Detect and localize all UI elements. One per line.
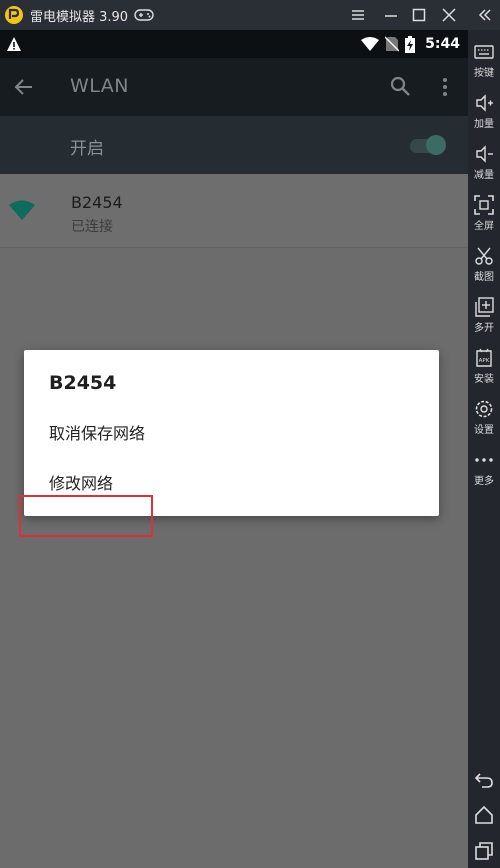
search-icon[interactable] xyxy=(390,76,411,97)
install-apk-label: 安装 xyxy=(474,374,494,385)
volume-down-icon xyxy=(476,145,493,163)
wlan-toggle[interactable] xyxy=(410,135,446,155)
maximize-icon[interactable] xyxy=(406,0,432,30)
screenshot-button[interactable]: 截图 xyxy=(468,242,500,288)
battery-charging-icon xyxy=(405,35,416,53)
install-apk-button[interactable]: APK 安装 xyxy=(468,344,500,390)
network-ssid: B2454 xyxy=(71,193,123,212)
overflow-menu-icon[interactable] xyxy=(437,76,453,98)
minimize-icon[interactable] xyxy=(378,0,404,30)
forget-network-option[interactable]: 取消保存网络 xyxy=(49,420,145,444)
network-dialog: B2454 取消保存网络 修改网络 xyxy=(24,350,439,516)
volume-down-label: 减量 xyxy=(474,170,494,181)
volume-up-icon xyxy=(476,94,493,112)
more-dots-icon xyxy=(475,458,493,462)
page-title: WLAN xyxy=(70,75,130,97)
svg-text:APK: APK xyxy=(479,358,490,364)
scissors-icon xyxy=(475,247,493,265)
warning-icon xyxy=(7,37,21,51)
apk-install-icon: APK xyxy=(476,348,492,367)
emulator-title: 雷电模拟器 3.90 xyxy=(30,9,129,25)
more-label: 更多 xyxy=(474,476,494,487)
volume-down-button[interactable]: 减量 xyxy=(468,140,500,186)
network-status: 已连接 xyxy=(71,219,113,235)
keymap-button[interactable]: 按键 xyxy=(468,38,500,84)
multi-instance-icon xyxy=(475,297,494,317)
recent-apps-icon[interactable] xyxy=(474,841,494,861)
emulator-titlebar: 雷电模拟器 3.90 xyxy=(0,0,500,30)
multi-instance-label: 多开 xyxy=(474,323,494,334)
settings-button[interactable]: 设置 xyxy=(468,395,500,441)
more-button[interactable]: 更多 xyxy=(468,446,500,492)
volume-up-button[interactable]: 加量 xyxy=(468,89,500,135)
highlight-box xyxy=(19,495,153,537)
close-icon[interactable] xyxy=(436,0,462,30)
home-icon[interactable] xyxy=(474,805,494,825)
app-bar: WLAN xyxy=(0,58,468,116)
gamepad-icon[interactable] xyxy=(134,8,154,22)
network-list-item[interactable]: B2454 已连接 xyxy=(0,174,468,248)
multi-instance-button[interactable]: 多开 xyxy=(468,293,500,339)
back-icon[interactable] xyxy=(474,770,494,790)
wifi-icon xyxy=(9,200,35,220)
back-arrow-icon[interactable] xyxy=(14,77,34,97)
gear-icon xyxy=(475,400,493,418)
screenshot-label: 截图 xyxy=(474,272,494,283)
modify-network-option[interactable]: 修改网络 xyxy=(49,470,113,494)
menu-icon[interactable] xyxy=(345,0,371,30)
clock: 5:44 xyxy=(425,36,460,52)
fullscreen-button[interactable]: 全屏 xyxy=(468,191,500,237)
settings-label: 设置 xyxy=(474,425,494,436)
volume-up-label: 加量 xyxy=(474,119,494,130)
ldplayer-logo-icon xyxy=(5,6,23,24)
keyboard-icon xyxy=(474,45,494,59)
collapse-sidebar-icon[interactable] xyxy=(472,0,498,30)
keymap-label: 按键 xyxy=(474,68,494,79)
fullscreen-icon xyxy=(474,195,494,215)
wlan-switch-label: 开启 xyxy=(70,139,104,159)
dialog-title: B2454 xyxy=(49,372,117,394)
emulator-sidebar: 按键 加量 减量 全屏 截图 多开 APK 安装 设置 更多 xyxy=(468,30,500,868)
toggle-thumb xyxy=(426,135,446,155)
no-sim-icon xyxy=(385,36,400,52)
wifi-signal-icon xyxy=(361,37,380,51)
fullscreen-label: 全屏 xyxy=(474,221,494,232)
wlan-switch-row[interactable]: 开启 xyxy=(0,116,468,174)
status-bar: 5:44 xyxy=(0,30,468,58)
